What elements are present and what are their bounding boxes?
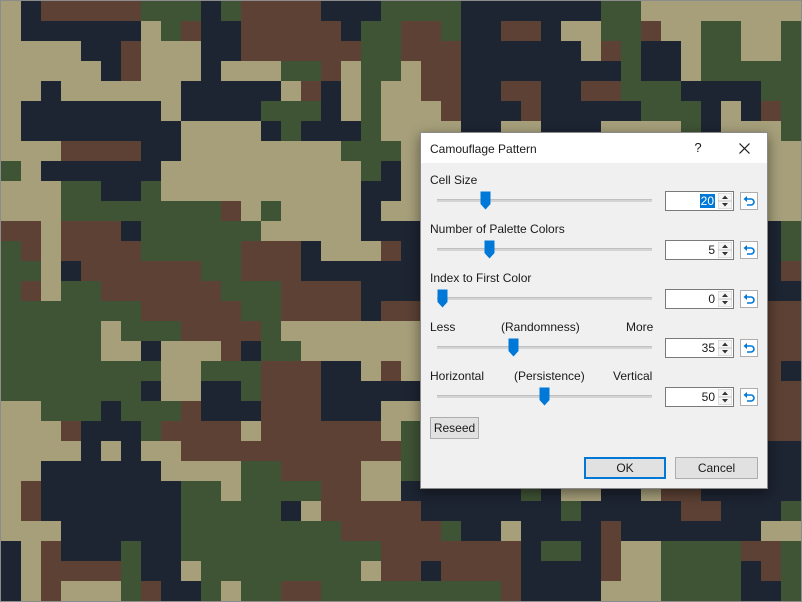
first-color-index-reset-button[interactable]: [740, 290, 758, 308]
persistence-value[interactable]: 50: [702, 390, 715, 404]
first-color-index-input[interactable]: 0: [665, 289, 734, 309]
spin-down-icon[interactable]: [718, 250, 732, 258]
cell-size-reset-button[interactable]: [740, 192, 758, 210]
randomness-less-label: Less: [430, 320, 456, 334]
persistence-vertical-label: Vertical: [613, 369, 653, 383]
reseed-button[interactable]: Reseed: [430, 417, 479, 439]
palette-colors-label: Number of Palette Colors: [430, 222, 565, 236]
randomness-input[interactable]: 35: [665, 338, 734, 358]
persistence-label: (Persistence): [514, 369, 585, 383]
palette-colors-value[interactable]: 5: [708, 243, 715, 257]
palette-colors-slider-thumb[interactable]: [484, 240, 495, 259]
cancel-button[interactable]: Cancel: [675, 457, 758, 479]
persistence-slider-thumb[interactable]: [539, 387, 550, 406]
palette-colors-reset-button[interactable]: [740, 241, 758, 259]
spin-up-icon[interactable]: [718, 389, 732, 397]
randomness-label: (Randomness): [501, 320, 580, 334]
dialog-titlebar: Camouflage Pattern ?: [421, 133, 767, 163]
cell-size-input[interactable]: 20: [665, 191, 734, 211]
spin-up-icon[interactable]: [718, 193, 732, 201]
cell-size-slider-track[interactable]: [437, 199, 652, 202]
spin-down-icon[interactable]: [718, 201, 732, 209]
randomness-reset-button[interactable]: [740, 339, 758, 357]
persistence-input[interactable]: 50: [665, 387, 734, 407]
randomness-stepper[interactable]: [717, 339, 733, 357]
close-icon: [739, 143, 750, 154]
spin-up-icon[interactable]: [718, 291, 732, 299]
first-color-index-stepper[interactable]: [717, 290, 733, 308]
reset-icon: [743, 196, 755, 206]
ok-button[interactable]: OK: [584, 457, 666, 479]
first-color-index-slider-thumb[interactable]: [437, 289, 448, 308]
persistence-horizontal-label: Horizontal: [430, 369, 485, 383]
first-color-index-slider-track[interactable]: [437, 297, 652, 300]
palette-colors-slider-track[interactable]: [437, 248, 652, 251]
reset-icon: [743, 294, 755, 304]
reset-icon: [743, 392, 755, 402]
dialog-title: Camouflage Pattern: [430, 142, 537, 156]
cell-size-value[interactable]: 20: [699, 194, 715, 208]
first-color-index-value[interactable]: 0: [708, 292, 715, 306]
spin-down-icon[interactable]: [718, 348, 732, 356]
reset-icon: [743, 343, 755, 353]
randomness-more-label: More: [626, 320, 654, 334]
persistence-reset-button[interactable]: [740, 388, 758, 406]
randomness-slider-thumb[interactable]: [508, 338, 519, 357]
first-color-index-label: Index to First Color: [430, 271, 532, 285]
spin-down-icon[interactable]: [718, 397, 732, 405]
spin-up-icon[interactable]: [718, 242, 732, 250]
randomness-value[interactable]: 35: [702, 341, 715, 355]
close-button[interactable]: [729, 133, 759, 163]
palette-colors-stepper[interactable]: [717, 241, 733, 259]
camouflage-dialog: Camouflage Pattern ? Cell Size 20 Number…: [420, 132, 768, 489]
persistence-stepper[interactable]: [717, 388, 733, 406]
cell-size-slider-thumb[interactable]: [480, 191, 491, 210]
cell-size-label: Cell Size: [430, 173, 478, 187]
cell-size-stepper[interactable]: [717, 192, 733, 210]
palette-colors-input[interactable]: 5: [665, 240, 734, 260]
randomness-slider-track[interactable]: [437, 346, 652, 349]
reset-icon: [743, 245, 755, 255]
spin-down-icon[interactable]: [718, 299, 732, 307]
help-button[interactable]: ?: [683, 133, 713, 163]
spin-up-icon[interactable]: [718, 340, 732, 348]
